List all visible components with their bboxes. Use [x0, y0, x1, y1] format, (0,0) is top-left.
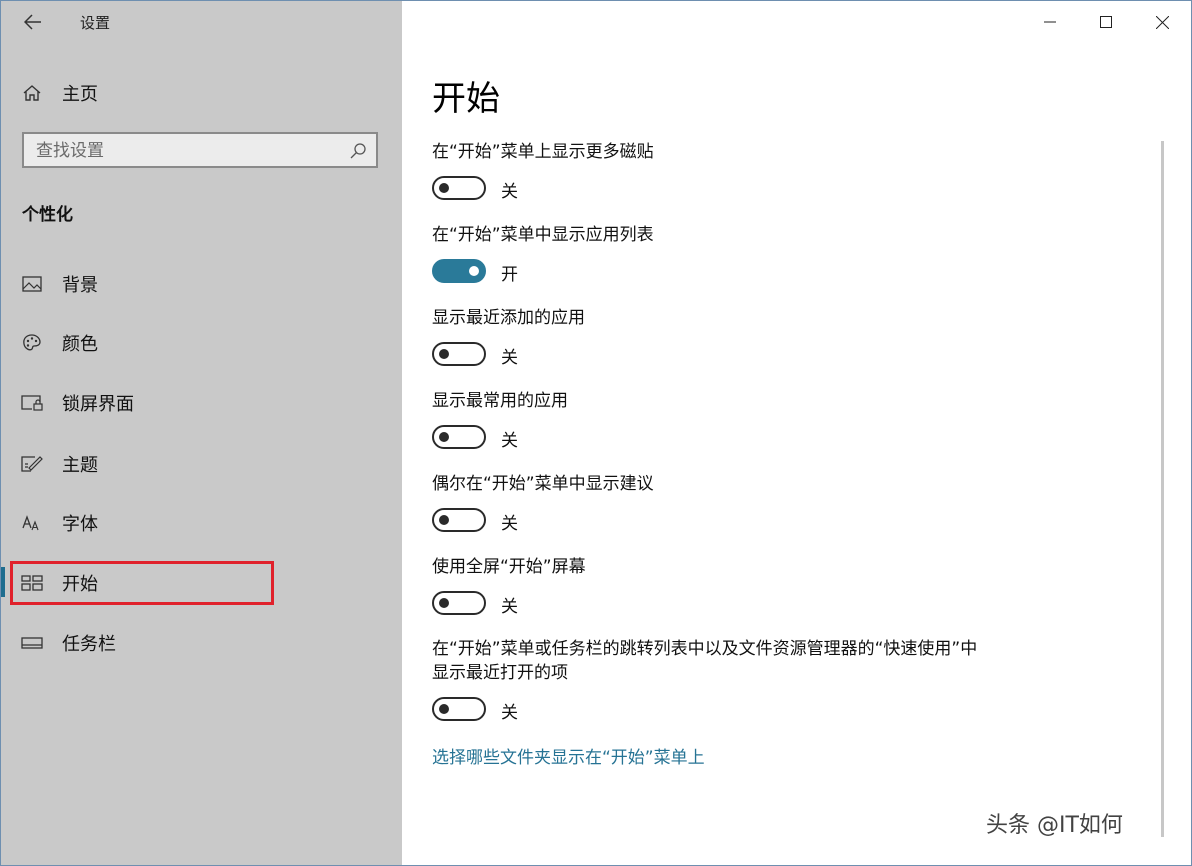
theme-brush-icon: [21, 454, 43, 474]
sidebar: 设置 主页 个性化 背景 颜色: [1, 1, 402, 865]
watermark: 头条 @IT如何: [986, 813, 1123, 838]
settings-window: 设置 主页 个性化 背景 颜色: [0, 0, 1192, 866]
setting-label: 在“开始”菜单中显示应用列表: [432, 225, 654, 245]
font-icon: [21, 513, 43, 533]
toggle-more-tiles[interactable]: [432, 176, 486, 200]
lock-screen-icon: [21, 393, 43, 413]
sidebar-item-label: 锁屏界面: [62, 394, 134, 415]
toggle-knob: [469, 266, 479, 276]
sidebar-item-fonts[interactable]: 字体: [1, 501, 402, 545]
close-icon: [1155, 15, 1169, 29]
sidebar-item-themes[interactable]: 主题: [1, 442, 402, 486]
toggle-app-list[interactable]: [432, 259, 486, 283]
toggle-state: 开: [501, 265, 518, 285]
choose-folders-link[interactable]: 选择哪些文件夹显示在“开始”菜单上: [432, 743, 705, 768]
toggle-knob: [439, 349, 449, 359]
toggle-recently-added[interactable]: [432, 342, 486, 366]
setting-label: 使用全屏“开始”屏幕: [432, 557, 586, 577]
page-title: 开始: [432, 79, 500, 119]
toggle-knob: [439, 598, 449, 608]
sidebar-item-label: 主题: [62, 455, 98, 476]
sidebar-item-label: 主页: [62, 84, 98, 105]
app-title: 设置: [80, 14, 111, 32]
sidebar-item-label: 字体: [62, 514, 98, 535]
close-button[interactable]: [1134, 1, 1190, 43]
toggle-knob: [439, 183, 449, 193]
maximize-button[interactable]: [1078, 1, 1134, 43]
sidebar-item-label: 任务栏: [62, 634, 116, 655]
minimize-icon: [1044, 21, 1056, 23]
toggle-state: 关: [501, 514, 518, 534]
picture-icon: [21, 274, 43, 294]
sidebar-item-label: 颜色: [62, 334, 98, 355]
toggle-suggestions[interactable]: [432, 508, 486, 532]
toggle-state: 关: [501, 431, 518, 451]
toggle-knob: [439, 432, 449, 442]
toggle-fullscreen-start[interactable]: [432, 591, 486, 615]
toggle-most-used[interactable]: [432, 425, 486, 449]
toggle-state: 关: [501, 348, 518, 368]
scrollbar[interactable]: [1161, 141, 1164, 837]
setting-label: 显示最常用的应用: [432, 391, 568, 411]
sidebar-item-label: 背景: [62, 275, 98, 296]
toggle-state: 关: [501, 597, 518, 617]
search-input[interactable]: [36, 140, 336, 162]
toggle-state: 关: [501, 703, 518, 723]
sidebar-item-lock-screen[interactable]: 锁屏界面: [1, 381, 402, 425]
search-icon[interactable]: [348, 141, 368, 161]
toggle-knob: [439, 704, 449, 714]
sidebar-item-background[interactable]: 背景: [1, 262, 402, 306]
taskbar-icon: [21, 633, 43, 653]
sidebar-item-colors[interactable]: 颜色: [1, 321, 402, 365]
back-button[interactable]: [15, 7, 51, 37]
setting-label: 偶尔在“开始”菜单中显示建议: [432, 474, 654, 494]
setting-label: 显示最近添加的应用: [432, 308, 585, 328]
highlight-box: [10, 561, 274, 605]
toggle-state: 关: [501, 182, 518, 202]
palette-icon: [21, 333, 43, 353]
toggle-recent-items[interactable]: [432, 697, 486, 721]
setting-label: 在“开始”菜单或任务栏的跳转列表中以及文件资源管理器的“快速使用”中: [432, 639, 978, 659]
search-box[interactable]: [22, 132, 378, 168]
setting-label: 在“开始”菜单上显示更多磁贴: [432, 142, 654, 162]
setting-label: 显示最近打开的项: [432, 663, 568, 683]
sidebar-item-taskbar[interactable]: 任务栏: [1, 621, 402, 665]
toggle-knob: [439, 515, 449, 525]
home-icon: [21, 83, 43, 103]
minimize-button[interactable]: [1022, 1, 1078, 43]
sidebar-item-home[interactable]: 主页: [1, 71, 402, 115]
back-arrow-icon: [24, 14, 41, 30]
maximize-icon: [1100, 16, 1112, 28]
section-title: 个性化: [22, 205, 73, 225]
